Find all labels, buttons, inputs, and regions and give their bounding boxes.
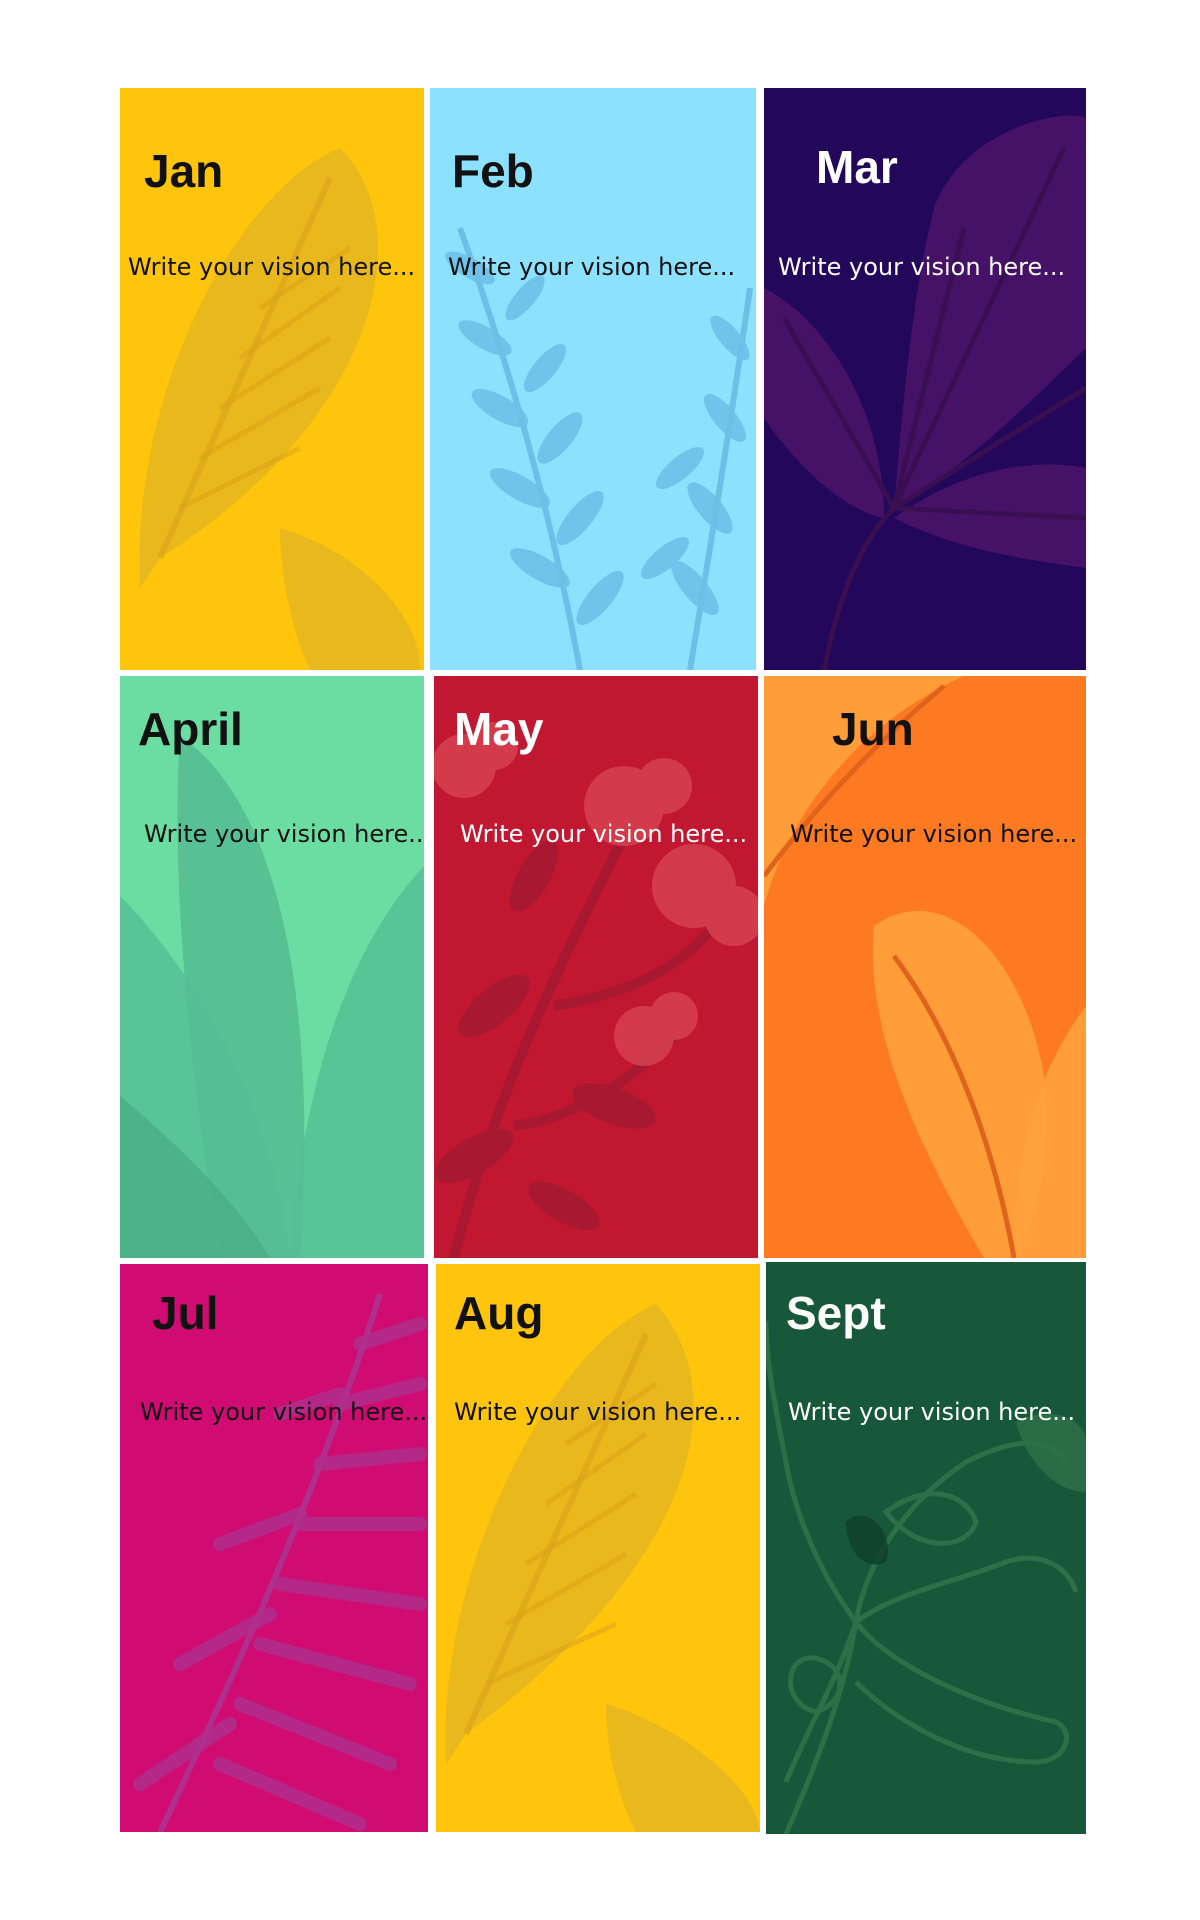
month-title: Mar <box>816 141 898 193</box>
vision-text[interactable]: Write your vision here... <box>454 1400 741 1424</box>
month-title: May <box>454 703 544 755</box>
vision-text[interactable]: Write your vision here... <box>448 255 735 279</box>
card-sept: Sept Write your vision here... <box>766 1262 1086 1834</box>
month-title: Jan <box>144 145 224 197</box>
month-title: Sept <box>786 1287 886 1339</box>
month-title: Aug <box>454 1287 544 1339</box>
leaf-pattern-icon <box>764 115 1086 670</box>
card-jul: Jul Write your vision here... <box>120 1264 428 1832</box>
flower-outline-icon <box>766 1321 1086 1834</box>
card-april: April Write your vision here... <box>120 676 424 1258</box>
card-may: May Write your vision here... <box>434 676 758 1258</box>
month-title: Jun <box>832 703 914 755</box>
vision-text[interactable]: Write your vision here... <box>790 822 1077 846</box>
card-jan: Jan Write your vision here... <box>120 88 424 670</box>
month-title: Jul <box>152 1287 219 1339</box>
vision-text[interactable]: Write your vision here... <box>140 1400 427 1424</box>
vision-text[interactable]: Write your vision here... <box>460 822 747 846</box>
leaf-pattern-icon <box>764 676 1086 1258</box>
card-aug: Aug Write your vision here... <box>436 1264 760 1832</box>
card-jun: Jun Write your vision here... <box>764 676 1086 1258</box>
palm-pattern-icon <box>133 1293 427 1832</box>
leaf-pattern-icon <box>445 1304 760 1832</box>
vision-text[interactable]: Write your vision here... <box>778 255 1065 279</box>
month-title: Feb <box>452 145 534 197</box>
flower-pattern-icon <box>434 722 758 1258</box>
card-feb: Feb Write your vision here... <box>430 88 756 670</box>
vision-text[interactable]: Write your vision here... <box>788 1400 1075 1424</box>
month-title: April <box>138 703 243 755</box>
leaf-pattern-icon <box>120 736 424 1258</box>
vision-text[interactable]: Write your vision here... <box>144 822 424 846</box>
vision-text[interactable]: Write your vision here... <box>128 255 415 279</box>
card-mar: Mar Write your vision here... <box>764 88 1086 670</box>
